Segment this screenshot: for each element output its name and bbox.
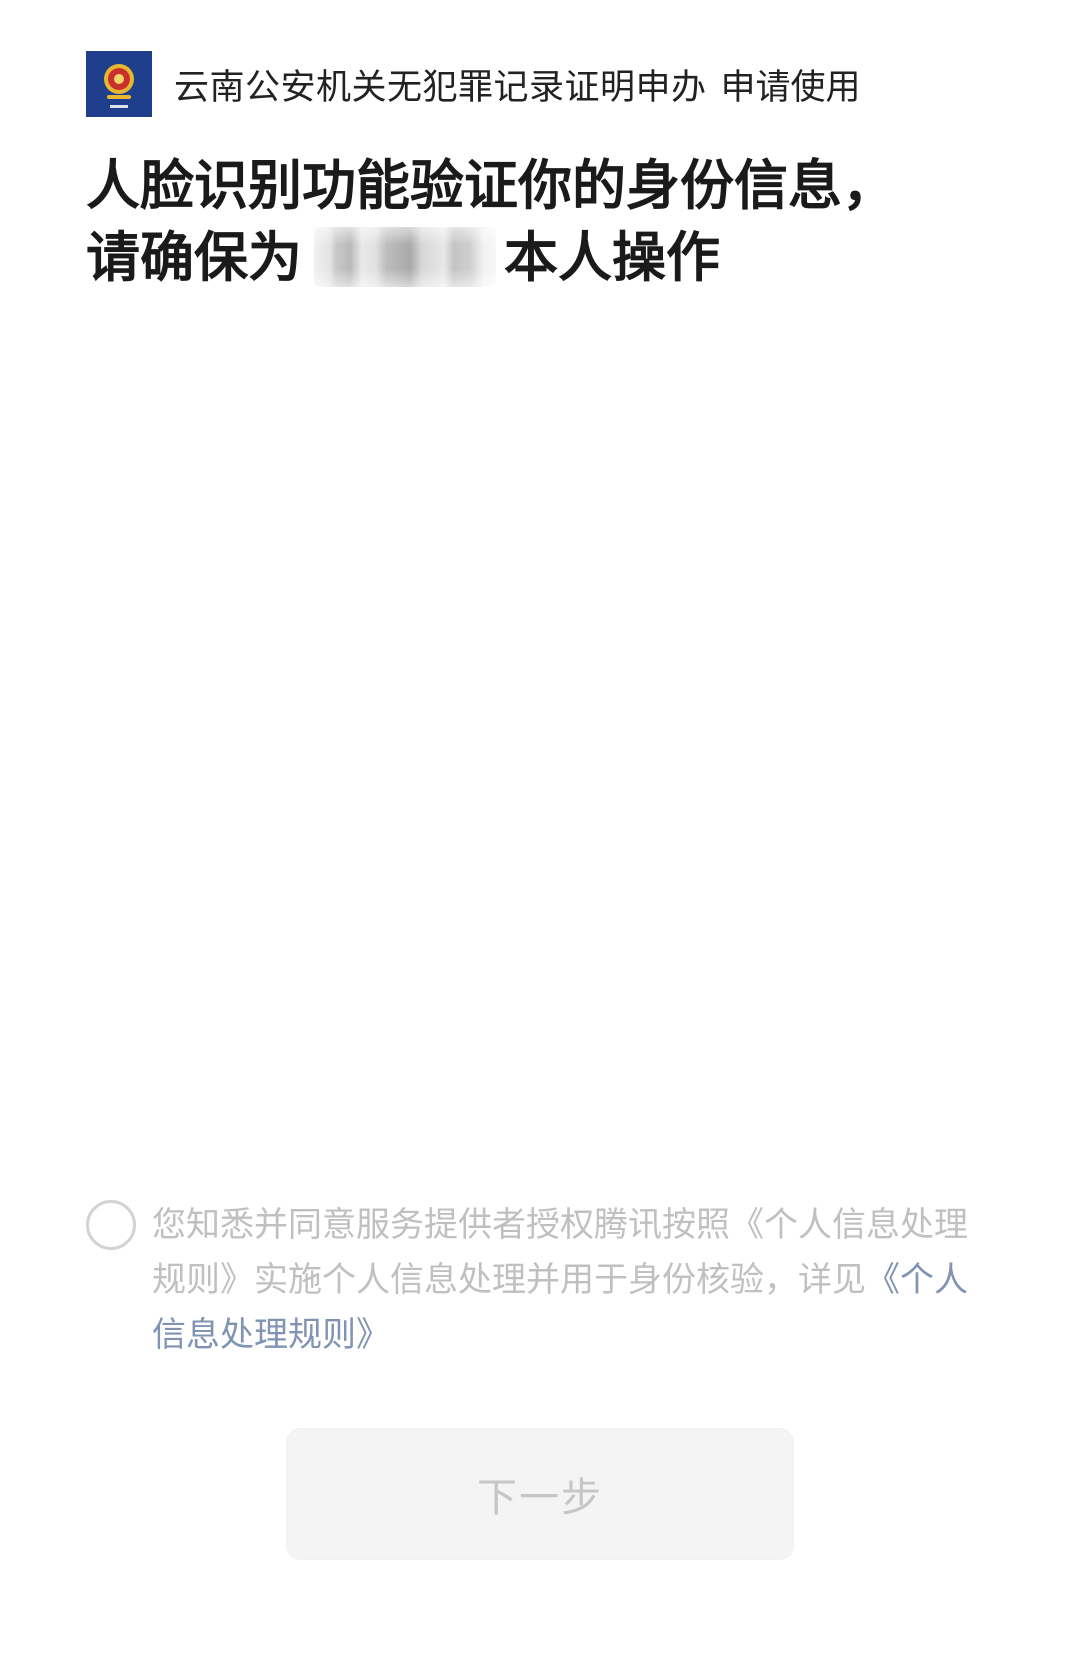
police-emblem-icon (86, 51, 152, 117)
consent-checkbox[interactable] (86, 1200, 136, 1250)
page-title: 人脸识别功能验证你的身份信息， 请确保为 本人操作 (86, 150, 1006, 294)
title-prefix: 请确保为 (86, 226, 302, 289)
title-line-2: 请确保为 本人操作 (86, 222, 1006, 294)
consent-statement: 您知悉并同意服务提供者授权腾讯按照《个人信息处理规则》实施个人信息处理并用于身份… (152, 1205, 968, 1300)
consent-section: 您知悉并同意服务提供者授权腾讯按照《个人信息处理规则》实施个人信息处理并用于身份… (86, 1198, 996, 1363)
app-header: 云南公安机关无犯罪记录证明申办 申请使用 (86, 51, 986, 117)
request-use-label: 申请使用 (720, 67, 861, 108)
title-suffix: 本人操作 (504, 226, 720, 289)
consent-text: 您知悉并同意服务提供者授权腾讯按照《个人信息处理规则》实施个人信息处理并用于身份… (152, 1198, 992, 1363)
title-line-1: 人脸识别功能验证你的身份信息， (86, 154, 896, 217)
face-verification-page: 云南公安机关无犯罪记录证明申办 申请使用 人脸识别功能验证你的身份信息， 请确保… (0, 0, 1080, 1662)
masked-user-name (314, 227, 496, 288)
app-name: 云南公安机关无犯罪记录证明申办 (174, 67, 707, 108)
next-step-button[interactable]: 下一步 (287, 1429, 793, 1559)
